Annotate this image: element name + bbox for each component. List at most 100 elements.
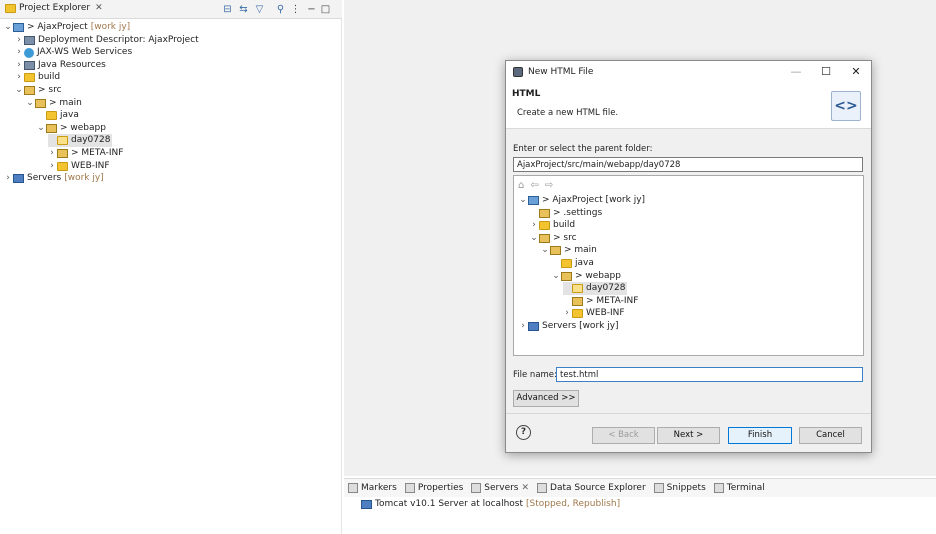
- cancel-button[interactable]: Cancel: [799, 427, 862, 444]
- tree-item[interactable]: ⌄ > AjaxProject [work jy]: [4, 21, 130, 34]
- descriptor-icon: [24, 35, 35, 45]
- tree-item-label: Deployment Descriptor: AjaxProject: [38, 34, 199, 45]
- chevron-right-icon[interactable]: ›: [48, 160, 56, 173]
- close-button[interactable]: ✕: [841, 61, 871, 83]
- tree-item[interactable]: day0728: [48, 134, 113, 148]
- chevron-right-icon[interactable]: ›: [15, 71, 23, 84]
- close-icon[interactable]: ✕: [522, 483, 530, 493]
- back-arrow-icon[interactable]: ⇦: [530, 180, 538, 191]
- tree-item[interactable]: › Deployment Descriptor: AjaxProject: [15, 34, 199, 47]
- file-name-input[interactable]: [556, 367, 863, 382]
- tab-project-explorer[interactable]: Project Explorer ✕: [4, 3, 103, 13]
- maximize-icon[interactable]: □: [320, 4, 331, 15]
- tree-item[interactable]: ⌄ > webapp: [552, 270, 621, 283]
- folder-icon: [57, 136, 68, 146]
- view-menu-icon[interactable]: ⋮: [290, 4, 301, 15]
- chevron-down-icon[interactable]: ⌄: [519, 194, 527, 207]
- source-folder-icon: [46, 123, 57, 133]
- tree-item[interactable]: java: [552, 257, 594, 270]
- maximize-button[interactable]: ☐: [811, 61, 841, 83]
- next-button[interactable]: Next >: [657, 427, 720, 444]
- tree-item-label: java: [575, 258, 594, 268]
- chevron-right-icon[interactable]: ›: [519, 320, 527, 333]
- focus-icon[interactable]: ⚲: [275, 4, 286, 15]
- filter-icon[interactable]: ▽: [254, 4, 265, 15]
- chevron-right-icon[interactable]: ›: [15, 34, 23, 47]
- chevron-down-icon[interactable]: ⌄: [15, 84, 23, 97]
- chevron-right-icon[interactable]: ›: [15, 59, 23, 72]
- tree-item[interactable]: › build: [530, 219, 575, 232]
- app-icon: [513, 67, 523, 77]
- tab-snippets[interactable]: Snippets: [653, 483, 706, 493]
- minimize-button[interactable]: —: [781, 61, 811, 83]
- tree-item[interactable]: › JAX-WS Web Services: [15, 46, 132, 59]
- tab-label: Terminal: [726, 483, 765, 493]
- folder-icon: [572, 309, 583, 319]
- chevron-right-icon[interactable]: ›: [4, 172, 12, 185]
- source-folder-icon: [57, 149, 68, 158]
- chevron-down-icon[interactable]: ⌄: [552, 270, 560, 283]
- tree-item[interactable]: ⌄ > src: [15, 84, 62, 97]
- tree-item-label: > webapp: [575, 270, 621, 281]
- tree-item[interactable]: ⌄ > src: [530, 232, 577, 245]
- tab-properties[interactable]: Properties: [404, 483, 463, 493]
- server-entry: Tomcat v10.1 Server at localhost: [375, 499, 523, 509]
- tree-item[interactable]: › Servers [work jy]: [519, 320, 619, 333]
- tree-item[interactable]: › Java Resources: [15, 59, 106, 72]
- tree-item[interactable]: ⌄ > webapp: [37, 122, 106, 135]
- dialog-title: New HTML File: [528, 67, 594, 77]
- dialog-header: HTML Create a new HTML file. <>: [506, 83, 871, 129]
- tab-label: Data Source Explorer: [550, 483, 646, 493]
- tab-markers[interactable]: Markers: [348, 483, 397, 493]
- chevron-down-icon[interactable]: ⌄: [541, 244, 549, 257]
- tab-servers[interactable]: Servers ✕: [471, 483, 529, 493]
- tab-data-source-explorer[interactable]: Data Source Explorer: [537, 483, 646, 493]
- tree-item[interactable]: > .settings: [530, 207, 602, 220]
- tree-item-label: > src: [553, 232, 577, 243]
- collapse-all-icon[interactable]: ⊟: [222, 4, 233, 15]
- server-status: [Stopped, Republish]: [526, 499, 621, 509]
- chevron-right-icon[interactable]: ›: [48, 147, 56, 160]
- minimize-icon[interactable]: −: [306, 4, 317, 15]
- back-button[interactable]: < Back: [592, 427, 655, 444]
- link-with-editor-icon[interactable]: ⇆: [238, 4, 249, 15]
- tree-item[interactable]: ⌄ > main: [26, 97, 82, 110]
- finish-button[interactable]: Finish: [728, 427, 792, 444]
- chevron-down-icon[interactable]: ⌄: [37, 122, 45, 135]
- close-icon[interactable]: ✕: [95, 3, 103, 13]
- tree-item-label: Java Resources: [38, 59, 106, 70]
- tree-item[interactable]: ⌄ > AjaxProject [work jy]: [519, 194, 645, 207]
- folder-icon: [57, 161, 68, 171]
- tree-item[interactable]: > META-INF: [563, 295, 638, 308]
- server-icon: [13, 174, 24, 184]
- home-icon[interactable]: ⌂: [518, 180, 524, 191]
- tree-item[interactable]: › build: [15, 71, 60, 84]
- tree-item[interactable]: › WEB-INF: [48, 160, 110, 173]
- chevron-right-icon[interactable]: ›: [563, 307, 571, 320]
- terminal-icon: [713, 483, 724, 493]
- parent-folder-label: Enter or select the parent folder:: [513, 144, 653, 154]
- chevron-down-icon[interactable]: ⌄: [530, 232, 538, 245]
- help-icon[interactable]: ?: [516, 425, 531, 440]
- parent-folder-input[interactable]: [513, 157, 863, 172]
- tree-item[interactable]: › Servers [work jy]: [4, 172, 104, 185]
- tree-item[interactable]: java: [37, 109, 79, 122]
- tree-item[interactable]: › WEB-INF: [563, 307, 625, 320]
- chevron-right-icon[interactable]: ›: [530, 219, 538, 232]
- chevron-right-icon[interactable]: ›: [15, 46, 23, 59]
- tree-item-suffix: [work jy]: [90, 22, 131, 32]
- tab-terminal[interactable]: Terminal: [713, 483, 765, 493]
- dialog-header-description: Create a new HTML file.: [517, 108, 619, 118]
- chevron-down-icon[interactable]: ⌄: [4, 21, 12, 34]
- advanced-button[interactable]: Advanced >>: [513, 390, 579, 407]
- tree-item[interactable]: day0728: [563, 282, 628, 296]
- descriptor-icon: [24, 60, 35, 70]
- tree-item-label: > AjaxProject: [27, 22, 88, 32]
- folder-tree[interactable]: ⌂ ⇦ ⇨ ⌄ > AjaxProject [work jy] > .setting…: [513, 175, 864, 356]
- forward-arrow-icon[interactable]: ⇨: [545, 180, 553, 191]
- tree-item[interactable]: › > META-INF: [48, 147, 123, 160]
- chevron-down-icon[interactable]: ⌄: [26, 97, 34, 110]
- tree-item[interactable]: ⌄ > main: [541, 244, 597, 257]
- server-row[interactable]: Tomcat v10.1 Server at localhost [Stoppe…: [360, 498, 620, 511]
- folder-icon: [561, 259, 572, 268]
